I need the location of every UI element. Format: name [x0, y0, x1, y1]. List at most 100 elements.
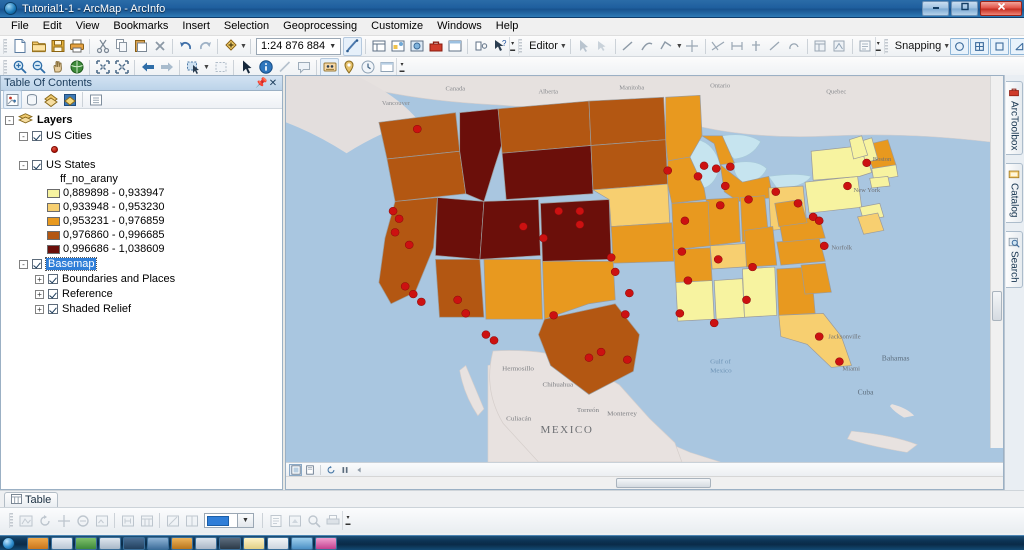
point-snapping-icon[interactable]: [950, 37, 970, 55]
legend-class-row[interactable]: 0,996686 - 1,038609: [5, 242, 282, 256]
menu-geoprocessing[interactable]: Geoprocessing: [276, 18, 364, 35]
refresh-view-icon[interactable]: [324, 464, 337, 476]
expander-icon[interactable]: +: [35, 304, 44, 314]
toc-options-icon[interactable]: [86, 90, 105, 109]
select-elements-icon[interactable]: [237, 58, 256, 77]
whats-this-icon[interactable]: ?: [490, 37, 509, 56]
draw-toolbar-grip[interactable]: [9, 513, 13, 528]
distance-icon[interactable]: [728, 37, 747, 56]
legend-swatch[interactable]: [47, 230, 60, 240]
windows-start-orb[interactable]: [2, 536, 15, 550]
vertex-snapping-icon[interactable]: [970, 37, 990, 55]
create-viewer-icon[interactable]: [377, 58, 396, 77]
full-extent-icon[interactable]: [67, 58, 86, 77]
menu-view[interactable]: View: [69, 18, 107, 35]
red-circle-point-symbol[interactable]: [51, 146, 58, 153]
find-icon[interactable]: [320, 57, 339, 77]
legend-swatch[interactable]: [47, 202, 60, 212]
catalog-window-icon[interactable]: [445, 37, 464, 56]
save-icon[interactable]: [48, 37, 67, 56]
expander-icon[interactable]: -: [19, 131, 28, 141]
menu-edit[interactable]: Edit: [36, 18, 69, 35]
scrollbar-thumb[interactable]: [992, 291, 1002, 321]
delete-icon[interactable]: [150, 37, 169, 56]
list-by-visibility-icon[interactable]: [41, 90, 60, 109]
map-graphic[interactable]: Canada Alberta Manitoba Ontario Quebec V…: [286, 76, 1003, 462]
identify-icon[interactable]: [256, 58, 275, 77]
draw-overflow-icon[interactable]: ▾ ▬: [342, 511, 353, 530]
map-scale-combobox[interactable]: 1:24 876 884 ▼: [255, 37, 342, 55]
legend-class-row[interactable]: 0,933948 - 0,953230: [5, 200, 282, 214]
menu-insert[interactable]: Insert: [175, 18, 217, 35]
fixed-zoom-out-icon[interactable]: [112, 58, 131, 77]
trace-icon[interactable]: [657, 37, 676, 56]
editor-toolbar-grip[interactable]: [518, 38, 523, 54]
edit-tool-icon[interactable]: [574, 37, 593, 56]
snapping-menu-label[interactable]: Snapping: [891, 40, 944, 52]
clear-selection-icon[interactable]: [211, 58, 230, 77]
toolbar-overflow-icon[interactable]: ▾ ▬: [509, 36, 515, 56]
view-link-table-icon[interactable]: [137, 511, 156, 530]
undo-icon[interactable]: [176, 37, 195, 56]
layer-visibility-checkbox[interactable]: [32, 259, 42, 269]
tools-overflow-icon[interactable]: ▾ ▬: [396, 57, 407, 77]
arctoolbox-icon[interactable]: [426, 37, 445, 56]
redo-icon[interactable]: [195, 37, 214, 56]
cut-icon[interactable]: [93, 37, 112, 56]
model-builder-icon[interactable]: [388, 37, 407, 56]
parallel-icon[interactable]: [747, 37, 766, 56]
editor-menu-label[interactable]: Editor: [525, 40, 560, 52]
dock-tab-catalog[interactable]: Catalog: [1006, 163, 1023, 223]
fit-to-display-icon[interactable]: [285, 511, 304, 530]
end-snapping-icon[interactable]: [1010, 37, 1024, 55]
auto-adjust-icon[interactable]: [163, 511, 182, 530]
toc-layer-us-states[interactable]: - US States: [5, 158, 282, 172]
chevron-down-icon[interactable]: ▼: [325, 43, 340, 50]
update-georeferencing-icon[interactable]: [92, 511, 111, 530]
sketch-properties-icon[interactable]: [830, 37, 849, 56]
tangent-icon[interactable]: [785, 37, 804, 56]
add-data-dropdown-icon[interactable]: ▼: [240, 37, 247, 56]
shift-icon[interactable]: [54, 511, 73, 530]
create-features-icon[interactable]: [856, 37, 875, 56]
menu-bookmarks[interactable]: Bookmarks: [106, 18, 175, 35]
edge-snapping-icon[interactable]: [990, 37, 1010, 55]
print-icon[interactable]: [67, 37, 86, 56]
snapping-dropdown-icon[interactable]: ▼: [943, 37, 950, 56]
toc-root-layers[interactable]: - Layers: [5, 113, 282, 127]
taskbar-item[interactable]: [267, 536, 289, 550]
toc-layer-us-cities[interactable]: - US Cities: [5, 129, 282, 143]
copy-icon[interactable]: [112, 37, 131, 56]
menu-file[interactable]: File: [4, 18, 36, 35]
menu-windows[interactable]: Windows: [430, 18, 489, 35]
add-control-points-icon[interactable]: [118, 511, 137, 530]
legend-class-row[interactable]: 0,889898 - 0,933947: [5, 186, 282, 200]
layer-visibility-checkbox[interactable]: [32, 160, 42, 170]
html-popup-icon[interactable]: [294, 58, 313, 77]
rotate-icon[interactable]: [35, 511, 54, 530]
attributes-icon[interactable]: [811, 37, 830, 56]
go-to-xy-icon[interactable]: [339, 58, 358, 77]
pause-drawing-icon[interactable]: [338, 464, 351, 476]
table-of-contents-icon[interactable]: [369, 37, 388, 56]
taskbar-item[interactable]: [315, 536, 337, 550]
tools-toolbar-grip[interactable]: [3, 59, 7, 75]
open-folder-icon[interactable]: [29, 37, 48, 56]
toc-symbol-us-cities[interactable]: [5, 143, 282, 156]
legend-class-row[interactable]: 0,976860 - 0,996685: [5, 228, 282, 242]
measure-icon[interactable]: [275, 58, 294, 77]
list-by-source-icon[interactable]: [22, 90, 41, 109]
zoom-to-layer-icon[interactable]: [304, 511, 323, 530]
list-by-selection-icon[interactable]: [60, 90, 79, 109]
taskbar-item[interactable]: [291, 536, 313, 550]
taskbar-item[interactable]: [123, 536, 145, 550]
minimize-button[interactable]: [922, 1, 949, 16]
straight-segment-icon[interactable]: [619, 37, 638, 56]
print-preview-icon[interactable]: [323, 511, 342, 530]
toc-sublayer-reference[interactable]: + Reference: [5, 287, 282, 301]
fixed-zoom-in-icon[interactable]: [93, 58, 112, 77]
pin-icon[interactable]: 📌: [255, 78, 267, 89]
scrollbar-thumb[interactable]: [616, 478, 711, 488]
editor-overflow-icon[interactable]: ▾ ▬: [874, 36, 881, 56]
legend-swatch[interactable]: [47, 244, 60, 254]
